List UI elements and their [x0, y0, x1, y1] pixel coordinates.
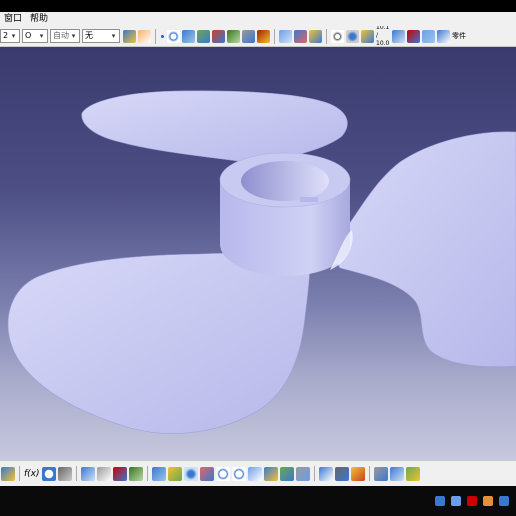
- sketch-icon[interactable]: [279, 29, 292, 43]
- globe-icon[interactable]: [346, 29, 359, 43]
- measure-between-icon[interactable]: [334, 466, 349, 481]
- chevron-down-icon: ▾: [39, 32, 44, 40]
- toolbar-separator: [19, 466, 20, 481]
- eraser-icon[interactable]: [437, 29, 450, 43]
- wand-icon[interactable]: [138, 29, 151, 43]
- capture-icon[interactable]: [373, 466, 388, 481]
- transform-icon[interactable]: [257, 29, 270, 43]
- macro-icon[interactable]: [57, 466, 72, 481]
- propeller-model[interactable]: [0, 47, 516, 460]
- swap-space-icon[interactable]: [318, 466, 333, 481]
- surface-icon[interactable]: [182, 29, 195, 43]
- library-icon[interactable]: [128, 466, 143, 481]
- blade-right: [329, 131, 516, 367]
- line-weight-value: 2: [3, 31, 9, 40]
- value-label[interactable]: 10.1 / 10.0: [376, 26, 390, 46]
- select-icon[interactable]: [1, 466, 15, 481]
- system-taskbar: [0, 486, 516, 516]
- blade-top: [81, 90, 348, 165]
- toolbar-separator: [155, 28, 156, 44]
- volume-icon[interactable]: [499, 496, 509, 506]
- catalog-icon[interactable]: [112, 466, 127, 481]
- notification-icon[interactable]: [483, 496, 493, 506]
- pattern-combo[interactable]: 无 ▾: [82, 29, 120, 43]
- spline-icon[interactable]: [167, 29, 180, 43]
- menu-help[interactable]: 帮助: [26, 12, 52, 26]
- extract-icon[interactable]: [242, 29, 255, 43]
- sweep-icon[interactable]: [197, 29, 210, 43]
- top-toolbar: 2 ▾ O ▾ 自动 ▾ 无 ▾ 10.1 / 10.0 零件: [0, 26, 516, 47]
- point-icon[interactable]: [160, 30, 165, 43]
- chevron-down-icon: ▾: [11, 32, 16, 40]
- compass-icon[interactable]: [407, 29, 420, 43]
- layer-value: 自动: [53, 31, 69, 40]
- line-type-combo[interactable]: O ▾: [22, 29, 48, 43]
- app-tray-icon[interactable]: [451, 496, 461, 506]
- menu-window[interactable]: 窗口: [0, 12, 26, 26]
- zoom-out-icon[interactable]: [231, 466, 246, 481]
- blade-left: [7, 253, 311, 434]
- law-icon[interactable]: [309, 29, 322, 43]
- fly-icon[interactable]: [151, 466, 166, 481]
- screen-top-strip: [0, 0, 516, 12]
- bottom-toolbar: f(x): [0, 460, 516, 486]
- fit-all-icon[interactable]: [167, 466, 182, 481]
- toolbar-separator: [75, 466, 77, 481]
- pattern-value: 无: [85, 31, 93, 40]
- zoom-in-icon[interactable]: [215, 466, 230, 481]
- menu-bar: 窗口 帮助: [0, 12, 516, 26]
- pan-icon[interactable]: [183, 466, 198, 481]
- measure-icon[interactable]: [392, 29, 405, 43]
- part-label[interactable]: 零件: [452, 32, 466, 40]
- chevron-down-icon: ▾: [71, 32, 76, 40]
- tree-icon[interactable]: [96, 466, 111, 481]
- blend-icon[interactable]: [227, 29, 240, 43]
- iso-view-icon[interactable]: [263, 466, 278, 481]
- 3d-viewport[interactable]: [0, 47, 516, 460]
- chevron-down-icon: ▾: [111, 32, 116, 40]
- render-icon[interactable]: [389, 466, 404, 481]
- scene-icon[interactable]: [405, 466, 420, 481]
- line-type-value: O: [25, 31, 32, 40]
- toolbar-separator: [146, 466, 148, 481]
- toolbar-separator: [313, 466, 315, 481]
- keyway: [300, 197, 318, 202]
- axis-icon[interactable]: [361, 29, 374, 43]
- apply-material-icon[interactable]: [350, 466, 365, 481]
- hide-show-icon[interactable]: [295, 466, 310, 481]
- stack-icon[interactable]: [422, 29, 435, 43]
- shading-icon[interactable]: [279, 466, 294, 481]
- normal-view-icon[interactable]: [247, 466, 262, 481]
- toolbar-separator: [274, 28, 275, 44]
- toolbar-separator: [326, 28, 327, 44]
- rotate-icon[interactable]: [331, 29, 344, 43]
- table-icon[interactable]: [80, 466, 95, 481]
- toolbar-separator: [368, 466, 370, 481]
- paint-brush-icon[interactable]: [123, 29, 136, 43]
- rotate-view-icon[interactable]: [199, 466, 214, 481]
- line-weight-combo[interactable]: 2 ▾: [0, 29, 20, 43]
- layer-combo[interactable]: 自动 ▾: [50, 29, 80, 43]
- security-icon[interactable]: [467, 496, 477, 506]
- hub-bore: [241, 161, 329, 201]
- formula-icon[interactable]: f(x): [24, 469, 40, 478]
- network-icon[interactable]: [435, 496, 445, 506]
- fill-icon[interactable]: [212, 29, 225, 43]
- comment-icon[interactable]: [41, 466, 56, 481]
- analysis-icon[interactable]: [294, 29, 307, 43]
